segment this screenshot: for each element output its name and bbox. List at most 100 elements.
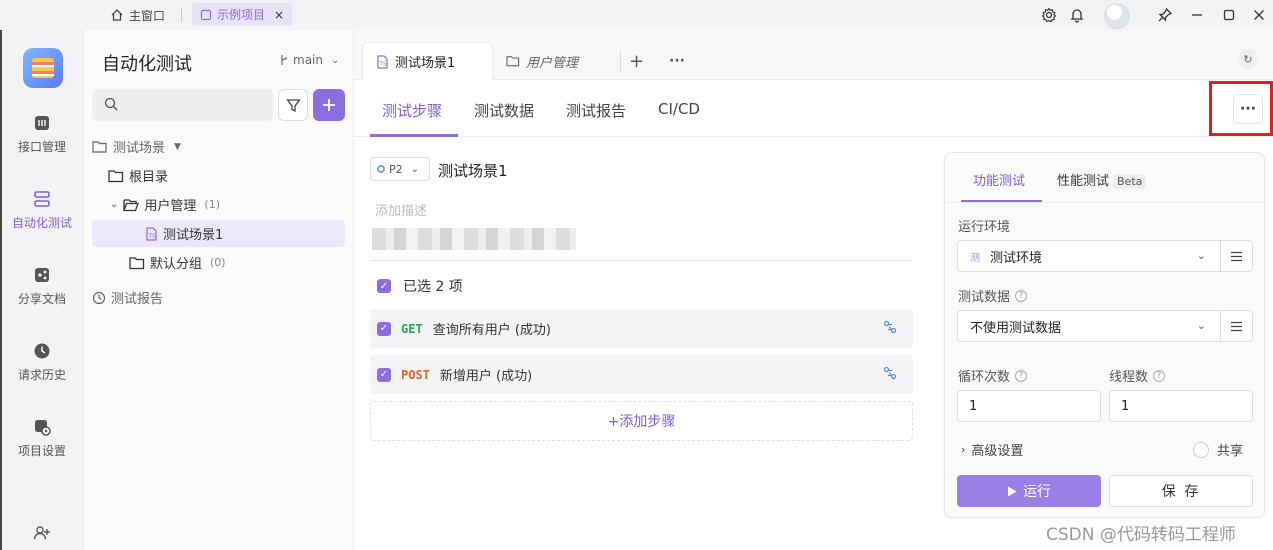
tree-item-default-group[interactable]: 默认分组 (0) <box>92 249 345 276</box>
divider <box>370 260 913 261</box>
select-all-row[interactable]: ✓ 已选 2 项 <box>377 276 463 296</box>
env-tag: 测 <box>970 252 980 264</box>
test-data-select[interactable]: 不使用测试数据 ⌄ <box>957 310 1221 342</box>
chevron-down-icon: ⌄ <box>110 199 119 210</box>
scenario-icon: TS <box>146 226 157 241</box>
home-window-tab[interactable]: 主窗口 <box>110 5 165 25</box>
folder-open-icon <box>123 198 140 211</box>
run-config-panel: 功能测试 性能测试 Beta 运行环境 测 测试环境 ⌄ 测试数据 ? 不使用测试… <box>944 152 1265 518</box>
rail-label-share-doc: 分享文档 <box>17 292 66 306</box>
tab-user-mgmt[interactable]: 用户管理 <box>506 42 616 80</box>
subtab-report[interactable]: 测试报告 <box>566 100 626 121</box>
new-tab-button[interactable]: + <box>629 42 649 80</box>
priority-dot-icon <box>377 165 385 173</box>
help-icon[interactable]: ? <box>1015 369 1028 382</box>
help-icon[interactable]: ? <box>1153 369 1166 382</box>
rail-label-history: 请求历史 <box>17 368 66 382</box>
save-button[interactable]: 保 存 <box>1109 475 1253 507</box>
run-label: 运行 <box>1023 484 1051 500</box>
branch-selector[interactable]: main ⌄ <box>279 53 339 67</box>
link-icon[interactable] <box>883 366 897 380</box>
tab-more-button[interactable]: ··· <box>669 42 689 80</box>
filter-button[interactable] <box>278 89 308 121</box>
filter-icon <box>285 98 301 112</box>
tree-section-scenarios[interactable]: 测试场景 ▼ <box>92 133 345 160</box>
priority-select[interactable]: P2 ⌄ <box>370 157 430 181</box>
env-select[interactable]: 测 测试环境 ⌄ <box>957 240 1221 272</box>
add-step-button[interactable]: +添加步骤 <box>370 401 913 441</box>
caret-down-icon: ▼ <box>174 141 181 152</box>
avatar[interactable] <box>1104 3 1130 29</box>
scenario-folder-icon <box>92 140 107 153</box>
pin-icon[interactable] <box>1156 5 1174 25</box>
tree-item-count: (1) <box>204 198 220 211</box>
invite-member-icon[interactable] <box>0 524 84 542</box>
check-icon[interactable]: ✓ <box>377 321 391 336</box>
more-options-button[interactable]: ··· <box>1233 94 1263 124</box>
tab-scenario-1[interactable]: TS 测试场景1 <box>362 42 493 80</box>
tree-item-root[interactable]: 根目录 <box>92 162 345 189</box>
selected-count: 已选 2 项 <box>403 279 463 295</box>
divider <box>945 202 1264 203</box>
tree-item-scenario-1[interactable]: TS 测试场景1 <box>92 220 345 247</box>
scenario-name[interactable]: 测试场景1 <box>438 160 508 181</box>
report-clock-icon <box>92 291 106 304</box>
step-row[interactable]: ✓ POST 新增用户 (成功) <box>370 355 913 394</box>
search-input[interactable] <box>92 89 273 121</box>
subtab-steps[interactable]: 测试步骤 <box>382 100 442 121</box>
check-icon[interactable]: ✓ <box>377 367 391 382</box>
rail-label-settings: 项目设置 <box>17 444 66 458</box>
env-label: 运行环境 <box>958 220 1011 235</box>
side-panel-title: 自动化测试 <box>102 54 192 75</box>
svg-text:TS: TS <box>148 233 156 239</box>
rail-item-share-doc[interactable]: 分享文档 <box>0 266 84 307</box>
window-edge <box>0 30 2 550</box>
test-data-value: 不使用测试数据 <box>970 320 1062 336</box>
rail-item-api[interactable]: 接口管理 <box>0 114 84 155</box>
minimize-icon[interactable] <box>1188 5 1206 25</box>
share-option[interactable]: 共享 <box>1193 440 1243 459</box>
settings-icon <box>35 420 51 436</box>
maximize-icon[interactable] <box>1220 5 1238 25</box>
env-manage-button[interactable] <box>1221 240 1253 272</box>
advanced-label: 高级设置 <box>971 444 1024 459</box>
bell-icon[interactable] <box>1068 5 1086 25</box>
list-icon <box>1231 321 1242 331</box>
tab-functional-test[interactable]: 功能测试 <box>973 170 1025 189</box>
tree-item-user-mgmt[interactable]: ⌄ 用户管理 (1) <box>92 191 345 218</box>
tree-section-reports[interactable]: 测试报告 <box>92 284 345 311</box>
list-icon <box>1231 251 1242 261</box>
tab-label: 用户管理 <box>526 55 579 71</box>
project-tab[interactable]: 示例项目 × <box>192 3 293 26</box>
share-checkbox[interactable] <box>1193 441 1209 458</box>
advanced-settings-toggle[interactable]: › 高级设置 <box>961 440 1023 459</box>
automation-icon <box>34 191 50 207</box>
refresh-icon[interactable]: ↻ <box>1238 49 1258 69</box>
loop-count-input[interactable]: 1 <box>957 390 1101 422</box>
link-icon[interactable] <box>883 320 897 334</box>
test-data-manage-button[interactable] <box>1221 310 1253 342</box>
settings-gear-icon[interactable] <box>1040 5 1058 25</box>
rail-label-api: 接口管理 <box>17 140 66 154</box>
rail-item-automation[interactable]: 自动化测试 <box>0 190 84 231</box>
plus-icon <box>323 99 335 111</box>
run-button[interactable]: 运行 <box>957 475 1101 507</box>
tab-performance-test[interactable]: 性能测试 Beta <box>1057 170 1147 189</box>
add-scenario-button[interactable] <box>313 89 345 121</box>
close-icon[interactable]: × <box>274 8 284 22</box>
rail-item-settings[interactable]: 项目设置 <box>0 418 84 459</box>
loop-label-row: 循环次数 ? <box>958 366 1028 385</box>
document-tab-bar: TS 测试场景1 用户管理 + ··· <box>354 30 1273 80</box>
help-icon[interactable]: ? <box>1015 289 1028 302</box>
subtab-cicd[interactable]: CI/CD <box>658 100 700 118</box>
tree-item-count: (0) <box>210 256 226 269</box>
check-icon[interactable]: ✓ <box>377 279 391 293</box>
window-close-icon[interactable] <box>1250 5 1268 25</box>
description-input[interactable]: 添加描述 <box>375 200 427 219</box>
tree-section-label: 测试报告 <box>111 292 164 307</box>
subtab-data[interactable]: 测试数据 <box>474 100 534 121</box>
chevron-down-icon: ⌄ <box>410 163 420 175</box>
thread-count-input[interactable]: 1 <box>1109 390 1253 422</box>
rail-item-history[interactable]: 请求历史 <box>0 342 84 383</box>
step-row[interactable]: ✓ GET 查询所有用户 (成功) <box>370 309 913 348</box>
